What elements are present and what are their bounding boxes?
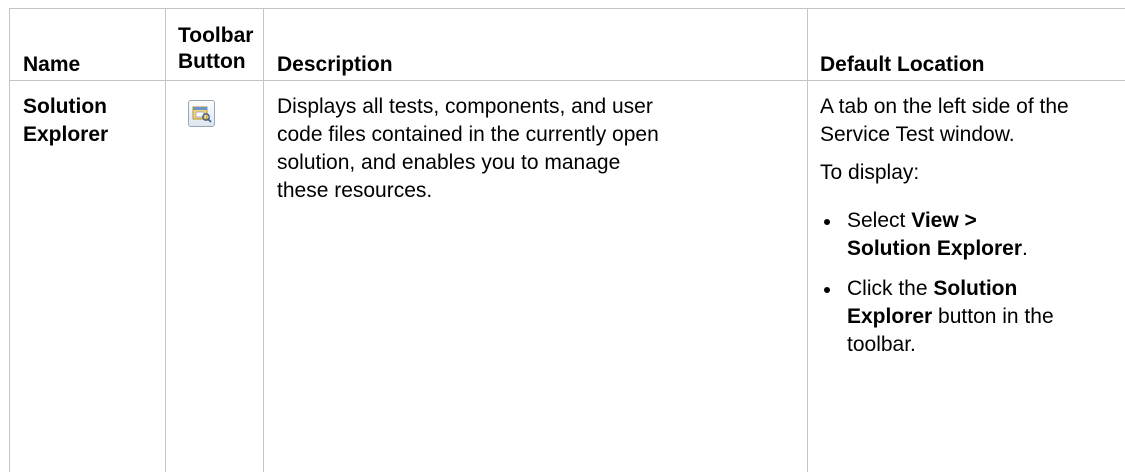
step1-prefix: Select: [847, 209, 912, 232]
list-item: Click the Solution Explorer button in th…: [820, 275, 1125, 359]
description-line: code files contained in the currently op…: [277, 123, 659, 146]
header-row-border: [9, 80, 1125, 81]
step2-suffix1: button in the: [932, 305, 1054, 328]
table-top-border: [9, 8, 1125, 9]
location-line1: A tab on the left side of the: [820, 95, 1069, 118]
col-divider-name: [165, 8, 166, 472]
step2-button-name-part1: Solution: [933, 277, 1018, 300]
description-line: solution, and enables you to manage: [277, 151, 621, 174]
solution-explorer-icon[interactable]: [188, 100, 215, 127]
step2-button-name-part2: Explorer: [847, 305, 933, 328]
step1-menu-item: Solution Explorer: [847, 237, 1023, 260]
col-divider-toolbar: [263, 8, 264, 472]
row-name: Solution Explorer: [23, 93, 108, 149]
col-divider-description: [807, 8, 808, 472]
table-left-border: [9, 8, 10, 472]
display-steps-list: Select View > Solution Explorer. Click t…: [820, 207, 1125, 359]
solution-explorer-icon-graphic: [192, 106, 212, 123]
to-display-label: To display:: [820, 161, 920, 184]
header-name: Name: [23, 53, 81, 76]
step1-menu-path: View >: [911, 209, 977, 232]
description-line: Displays all tests, components, and user: [277, 95, 653, 118]
step2-prefix: Click the: [847, 277, 934, 300]
header-toolbar-line1: Toolbar: [178, 24, 254, 47]
location-intro: A tab on the left side of the Service Te…: [820, 93, 1125, 149]
header-toolbar-line2: Button: [178, 50, 246, 73]
row-default-location: A tab on the left side of the Service Te…: [820, 93, 1125, 371]
header-description: Description: [277, 53, 393, 76]
step1-suffix: .: [1022, 237, 1028, 260]
header-toolbar-button: Toolbar Button: [178, 23, 253, 75]
description-line: these resources.: [277, 179, 433, 202]
step2-suffix2: toolbar.: [847, 333, 916, 356]
row-description: Displays all tests, components, and user…: [277, 93, 802, 205]
location-line2: Service Test window.: [820, 123, 1015, 146]
commands-table: Name Toolbar Button Description Default …: [9, 0, 1125, 472]
list-item: Select View > Solution Explorer.: [820, 207, 1125, 263]
header-default-location: Default Location: [820, 53, 985, 76]
row-name-line2: Explorer: [23, 123, 109, 146]
row-name-line1: Solution: [23, 95, 107, 118]
